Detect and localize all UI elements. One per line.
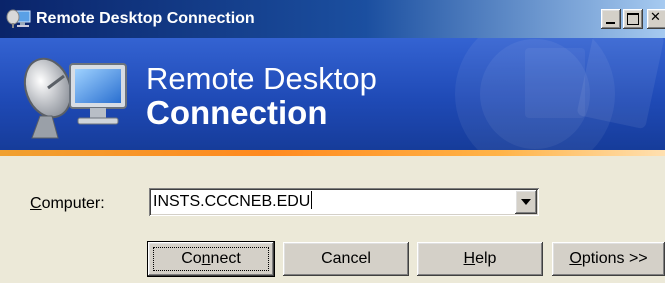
help-button[interactable]: Help <box>417 242 543 276</box>
maximize-icon[interactable] <box>623 9 643 29</box>
rdc-window: Remote Desktop Connection ✕ Remote Deskt… <box>0 0 665 283</box>
options-button[interactable]: Options >> <box>552 242 665 276</box>
chevron-down-icon[interactable] <box>515 190 537 214</box>
computer-input[interactable]: INSTS.CCCNEB.EDU <box>153 191 509 213</box>
cancel-label: Cancel <box>321 250 371 267</box>
minimize-icon[interactable] <box>601 9 621 29</box>
focus-rectangle <box>153 247 269 271</box>
computer-label-mnemonic: C <box>30 195 42 212</box>
close-icon[interactable] <box>647 9 665 29</box>
connect-button[interactable]: Connect <box>147 241 275 277</box>
title-bar[interactable]: Remote Desktop Connection <box>0 0 665 38</box>
banner-title-line1: Remote Desktop <box>146 61 377 96</box>
window-title: Remote Desktop Connection <box>36 10 255 27</box>
computer-combobox[interactable]: INSTS.CCCNEB.EDU <box>149 188 539 216</box>
options-label-text: ptions >> <box>581 250 648 267</box>
cancel-button[interactable]: Cancel <box>283 242 409 276</box>
help-label-mnemonic: H <box>463 250 476 267</box>
help-label-text: elp <box>475 250 497 267</box>
computer-label: Computer: <box>30 194 105 214</box>
banner-decoration <box>455 38 664 150</box>
computer-label-text: omputer: <box>41 195 105 212</box>
banner: Remote Desktop Connection <box>0 38 665 150</box>
remote-desktop-logo-icon <box>23 57 127 139</box>
text-caret <box>311 191 313 209</box>
banner-title-line2: Connection <box>146 94 328 131</box>
dialog-body: Computer: INSTS.CCCNEB.EDU Connect Cance… <box>0 156 665 283</box>
computer-input-value: INSTS.CCCNEB.EDU <box>153 193 311 210</box>
remote-desktop-computer-icon <box>6 9 31 28</box>
options-label-mnemonic: O <box>569 250 582 267</box>
